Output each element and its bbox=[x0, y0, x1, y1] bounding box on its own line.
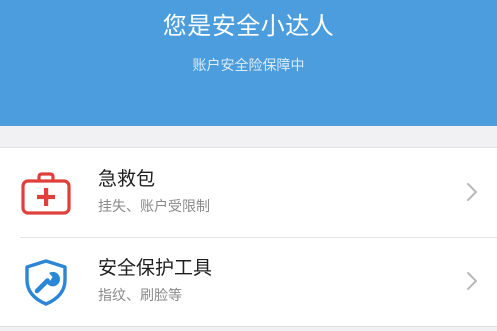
chevron-right-icon bbox=[467, 272, 477, 290]
list-item-first-aid[interactable]: 急救包 挂失、账户受限制 bbox=[0, 148, 497, 237]
header-banner: 您是安全小达人 账户安全险保障中 bbox=[0, 0, 497, 126]
security-status-subtitle: 账户安全险保障中 bbox=[192, 58, 305, 74]
shield-wrench-icon bbox=[25, 259, 67, 306]
security-tools-subtitle: 指纹、刷脸等 bbox=[98, 288, 182, 304]
list-item-security-tools[interactable]: 安全保护工具 指纹、刷脸等 bbox=[0, 237, 497, 326]
security-tools-list: 急救包 挂失、账户受限制 安全保护工具 指纹、刷脸等 bbox=[0, 147, 497, 327]
security-status-title: 您是安全小达人 bbox=[162, 12, 335, 40]
first-aid-title: 急救包 bbox=[98, 168, 156, 190]
first-aid-kit-icon bbox=[21, 172, 71, 215]
security-tools-title: 安全保护工具 bbox=[98, 257, 213, 279]
first-aid-subtitle: 挂失、账户受限制 bbox=[98, 199, 210, 215]
chevron-right-icon bbox=[467, 183, 477, 201]
